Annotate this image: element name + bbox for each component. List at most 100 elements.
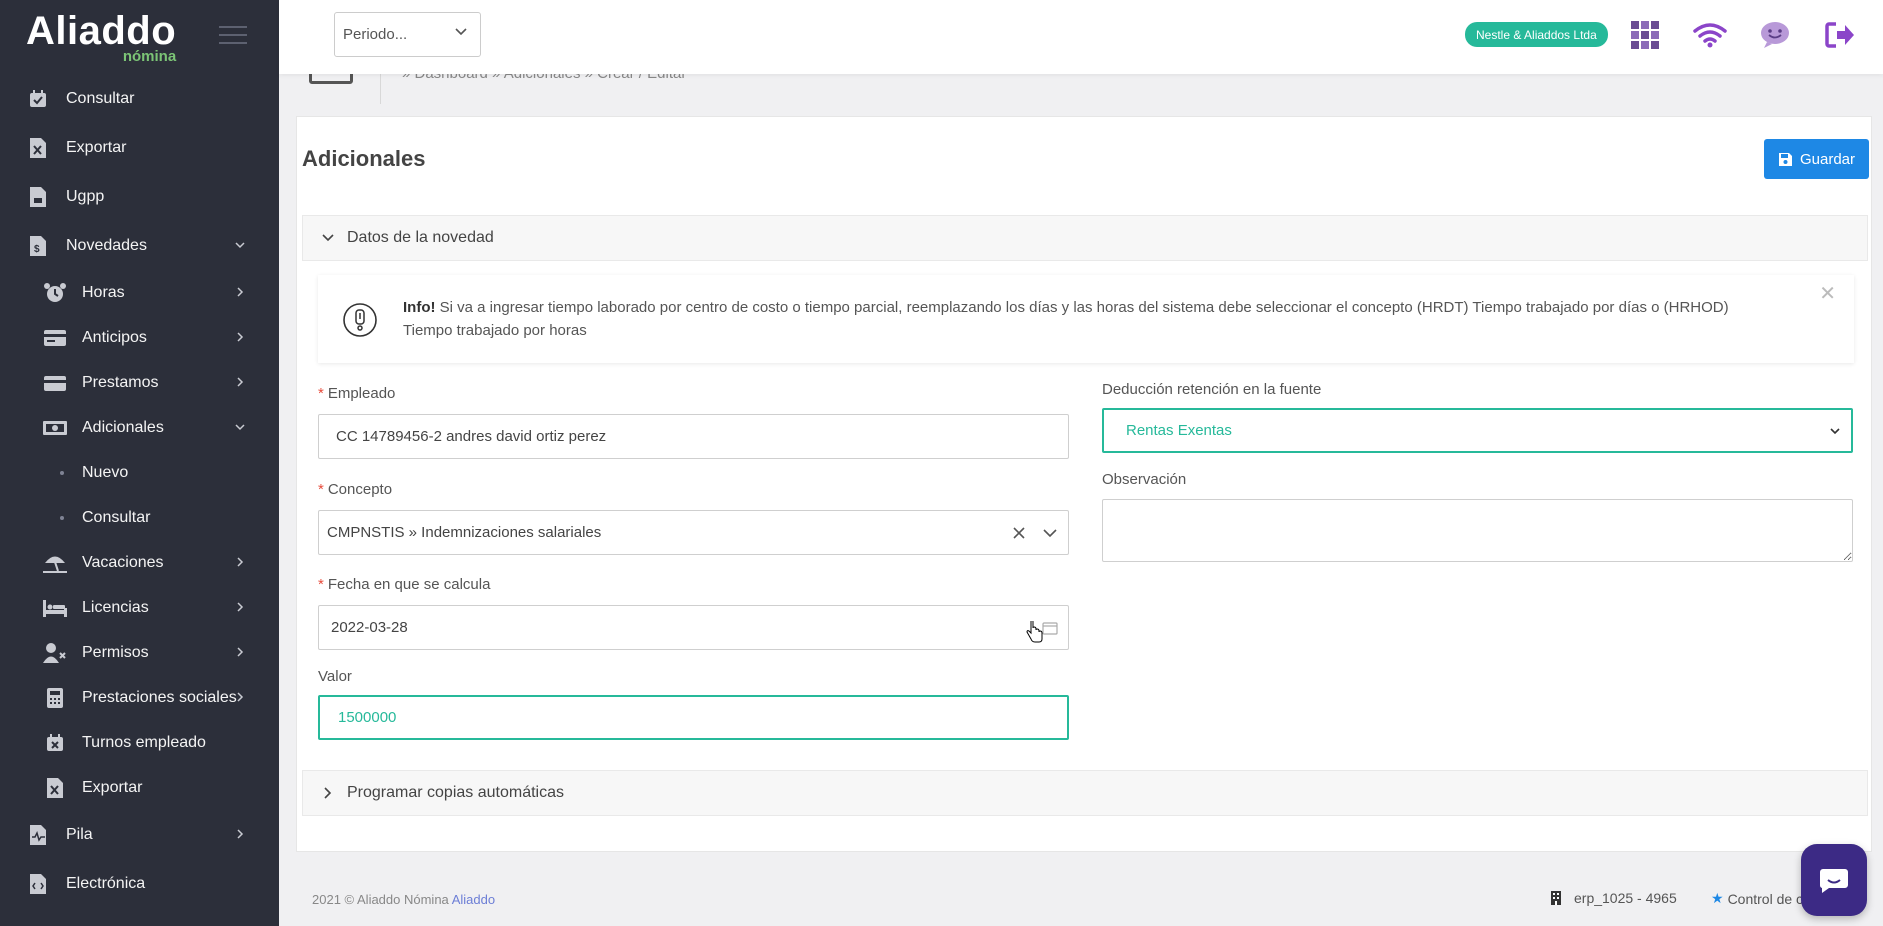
calendar-x-icon bbox=[42, 731, 68, 755]
sidebar-item-licencias[interactable]: Licencias bbox=[0, 585, 279, 630]
sidebar-item-permisos[interactable]: Permisos bbox=[0, 630, 279, 675]
chevron-right-icon bbox=[235, 601, 245, 615]
empleado-value: CC 14789456-2 andres david ortiz perez bbox=[336, 428, 607, 445]
sidebar-item-label: Exportar bbox=[82, 778, 143, 796]
sidebar-item-novedades[interactable]: $ Novedades bbox=[0, 221, 279, 270]
sidebar-item-pila[interactable]: Pila bbox=[0, 810, 279, 859]
apps-grid-icon[interactable] bbox=[1628, 18, 1662, 52]
wifi-icon[interactable] bbox=[1693, 18, 1727, 52]
observacion-label: Observación bbox=[1102, 471, 1187, 488]
chevron-down-icon bbox=[454, 25, 468, 43]
chevron-right-icon bbox=[235, 828, 245, 842]
logout-icon[interactable] bbox=[1823, 18, 1857, 52]
logo-main-text: Aliaddo bbox=[26, 8, 177, 53]
money-file-icon: $ bbox=[26, 234, 50, 258]
footer: 2021 © Aliaddo Nómina Aliaddo erp_1025 -… bbox=[279, 874, 1883, 926]
section-datos-novedad[interactable]: Datos de la novedad bbox=[302, 215, 1868, 261]
chevron-right-icon bbox=[235, 376, 245, 390]
sidebar-item-label: Consultar bbox=[82, 508, 151, 526]
fecha-field[interactable]: 2022-03-28 bbox=[318, 605, 1069, 650]
bullet-icon bbox=[60, 470, 64, 475]
footer-aliaddo-link[interactable]: Aliaddo bbox=[452, 892, 495, 907]
footer-erp: erp_1025 - 4965 bbox=[1550, 890, 1677, 906]
breadcrumb-text: » Dashboard » Adicionales » Crear / Edit… bbox=[402, 74, 686, 82]
valor-input[interactable]: 1500000 bbox=[318, 695, 1069, 740]
sidebar-item-ugpp[interactable]: Ugpp bbox=[0, 172, 279, 221]
calendar-check-icon bbox=[26, 87, 50, 111]
fecha-value: 2022-03-28 bbox=[331, 619, 408, 636]
chevron-down-icon bbox=[1830, 427, 1840, 434]
sidebar-item-label: Turnos empleado bbox=[82, 733, 206, 751]
sidebar-item-exportar[interactable]: Exportar bbox=[0, 123, 279, 172]
building-icon bbox=[1551, 891, 1561, 905]
save-button-label: Guardar bbox=[1799, 150, 1856, 168]
mouse-pointer-icon bbox=[1026, 619, 1044, 648]
card-icon bbox=[42, 371, 68, 395]
chevron-right-icon bbox=[235, 286, 245, 300]
chat-widget-button[interactable] bbox=[1801, 844, 1867, 916]
file-pulse-icon bbox=[26, 823, 50, 847]
chevron-right-icon bbox=[235, 556, 245, 570]
sidebar-item-label: Ugpp bbox=[66, 187, 105, 205]
sidebar-item-label: Pila bbox=[66, 825, 93, 843]
info-title: Info! bbox=[403, 299, 436, 316]
info-alert: Info! Si va a ingresar tiempo laborado p… bbox=[318, 275, 1854, 363]
breadcrumb-divider bbox=[380, 74, 381, 104]
chevron-right-icon bbox=[235, 331, 245, 345]
chat-bubble-icon bbox=[1819, 869, 1848, 893]
chevron-down-icon[interactable] bbox=[1042, 526, 1058, 540]
bed-icon bbox=[42, 596, 68, 620]
concepto-value: CMPNSTIS » Indemnizaciones salariales bbox=[327, 524, 602, 541]
sidebar-item-label: Exportar bbox=[66, 138, 127, 156]
chevron-right-icon bbox=[235, 691, 245, 705]
sidebar-item-vacaciones[interactable]: Vacaciones bbox=[0, 540, 279, 585]
excel-file-icon bbox=[42, 776, 68, 800]
sidebar-item-consultar-adicionales[interactable]: Consultar bbox=[0, 495, 279, 540]
hamburger-menu-icon[interactable] bbox=[219, 26, 247, 44]
sidebar-item-electronica[interactable]: Electrónica bbox=[0, 859, 279, 908]
money-bill-icon bbox=[42, 416, 68, 440]
sidebar-item-turnos-empleado[interactable]: Turnos empleado bbox=[0, 720, 279, 765]
topbar: Periodo... Nestle & Aliaddos Ltda bbox=[279, 0, 1883, 74]
sidebar-item-label: Nuevo bbox=[82, 463, 129, 481]
sidebar-item-label: Prestamos bbox=[82, 373, 159, 391]
sidebar-menu: Consultar Exportar Ugpp $ Novedades Hora… bbox=[0, 74, 279, 908]
chevron-right-icon bbox=[321, 786, 335, 800]
sidebar-item-prestamos[interactable]: Prestamos bbox=[0, 360, 279, 405]
concepto-select[interactable]: CMPNSTIS » Indemnizaciones salariales bbox=[318, 510, 1069, 555]
sidebar-item-label: Anticipos bbox=[82, 328, 147, 346]
sidebar-item-nuevo[interactable]: Nuevo bbox=[0, 450, 279, 495]
clear-icon[interactable] bbox=[1012, 526, 1026, 540]
chevron-down-icon bbox=[235, 239, 245, 253]
calculator-icon bbox=[42, 686, 68, 710]
sidebar-item-label: Electrónica bbox=[66, 874, 146, 892]
erp-code: erp_1025 - 4965 bbox=[1574, 890, 1677, 906]
footer-control[interactable]: ★ Control de c bbox=[1711, 890, 1803, 907]
deduccion-select[interactable]: Rentas Exentas bbox=[1102, 408, 1853, 453]
aliaddo-logo[interactable]: Aliaddo nómina bbox=[26, 11, 176, 64]
sidebar-item-label: Vacaciones bbox=[82, 553, 164, 571]
sidebar-item-adicionales[interactable]: Adicionales bbox=[0, 405, 279, 450]
beach-umbrella-icon bbox=[42, 551, 68, 575]
sidebar-item-label: Adicionales bbox=[82, 418, 164, 436]
sidebar-item-consultar[interactable]: Consultar bbox=[0, 74, 279, 123]
observacion-textarea[interactable] bbox=[1102, 499, 1853, 562]
chat-smile-icon[interactable] bbox=[1758, 18, 1792, 52]
main-card: Adicionales Guardar Datos de la novedad … bbox=[296, 116, 1872, 852]
calendar-icon[interactable] bbox=[1042, 621, 1058, 635]
section-title: Programar copias automáticas bbox=[347, 784, 564, 801]
close-icon[interactable]: ✕ bbox=[1819, 283, 1836, 306]
breadcrumb: » Dashboard » Adicionales » Crear / Edit… bbox=[279, 74, 1883, 104]
sidebar-item-prestaciones-sociales[interactable]: Prestaciones sociales bbox=[0, 675, 279, 720]
period-select[interactable]: Periodo... bbox=[334, 12, 481, 57]
save-button[interactable]: Guardar bbox=[1764, 139, 1869, 179]
sidebar-item-label: Prestaciones sociales bbox=[82, 688, 237, 706]
page-title: Adicionales bbox=[302, 146, 426, 171]
section-programar-copias[interactable]: Programar copias automáticas bbox=[302, 770, 1868, 816]
sidebar-item-anticipos[interactable]: Anticipos bbox=[0, 315, 279, 360]
empleado-field[interactable]: CC 14789456-2 andres david ortiz perez bbox=[318, 414, 1069, 459]
sidebar-item-exportar-novedades[interactable]: Exportar bbox=[0, 765, 279, 810]
sidebar-item-horas[interactable]: Horas bbox=[0, 270, 279, 315]
fecha-label: * Fecha en que se calcula bbox=[318, 576, 491, 593]
company-badge[interactable]: Nestle & Aliaddos Ltda bbox=[1465, 22, 1608, 47]
